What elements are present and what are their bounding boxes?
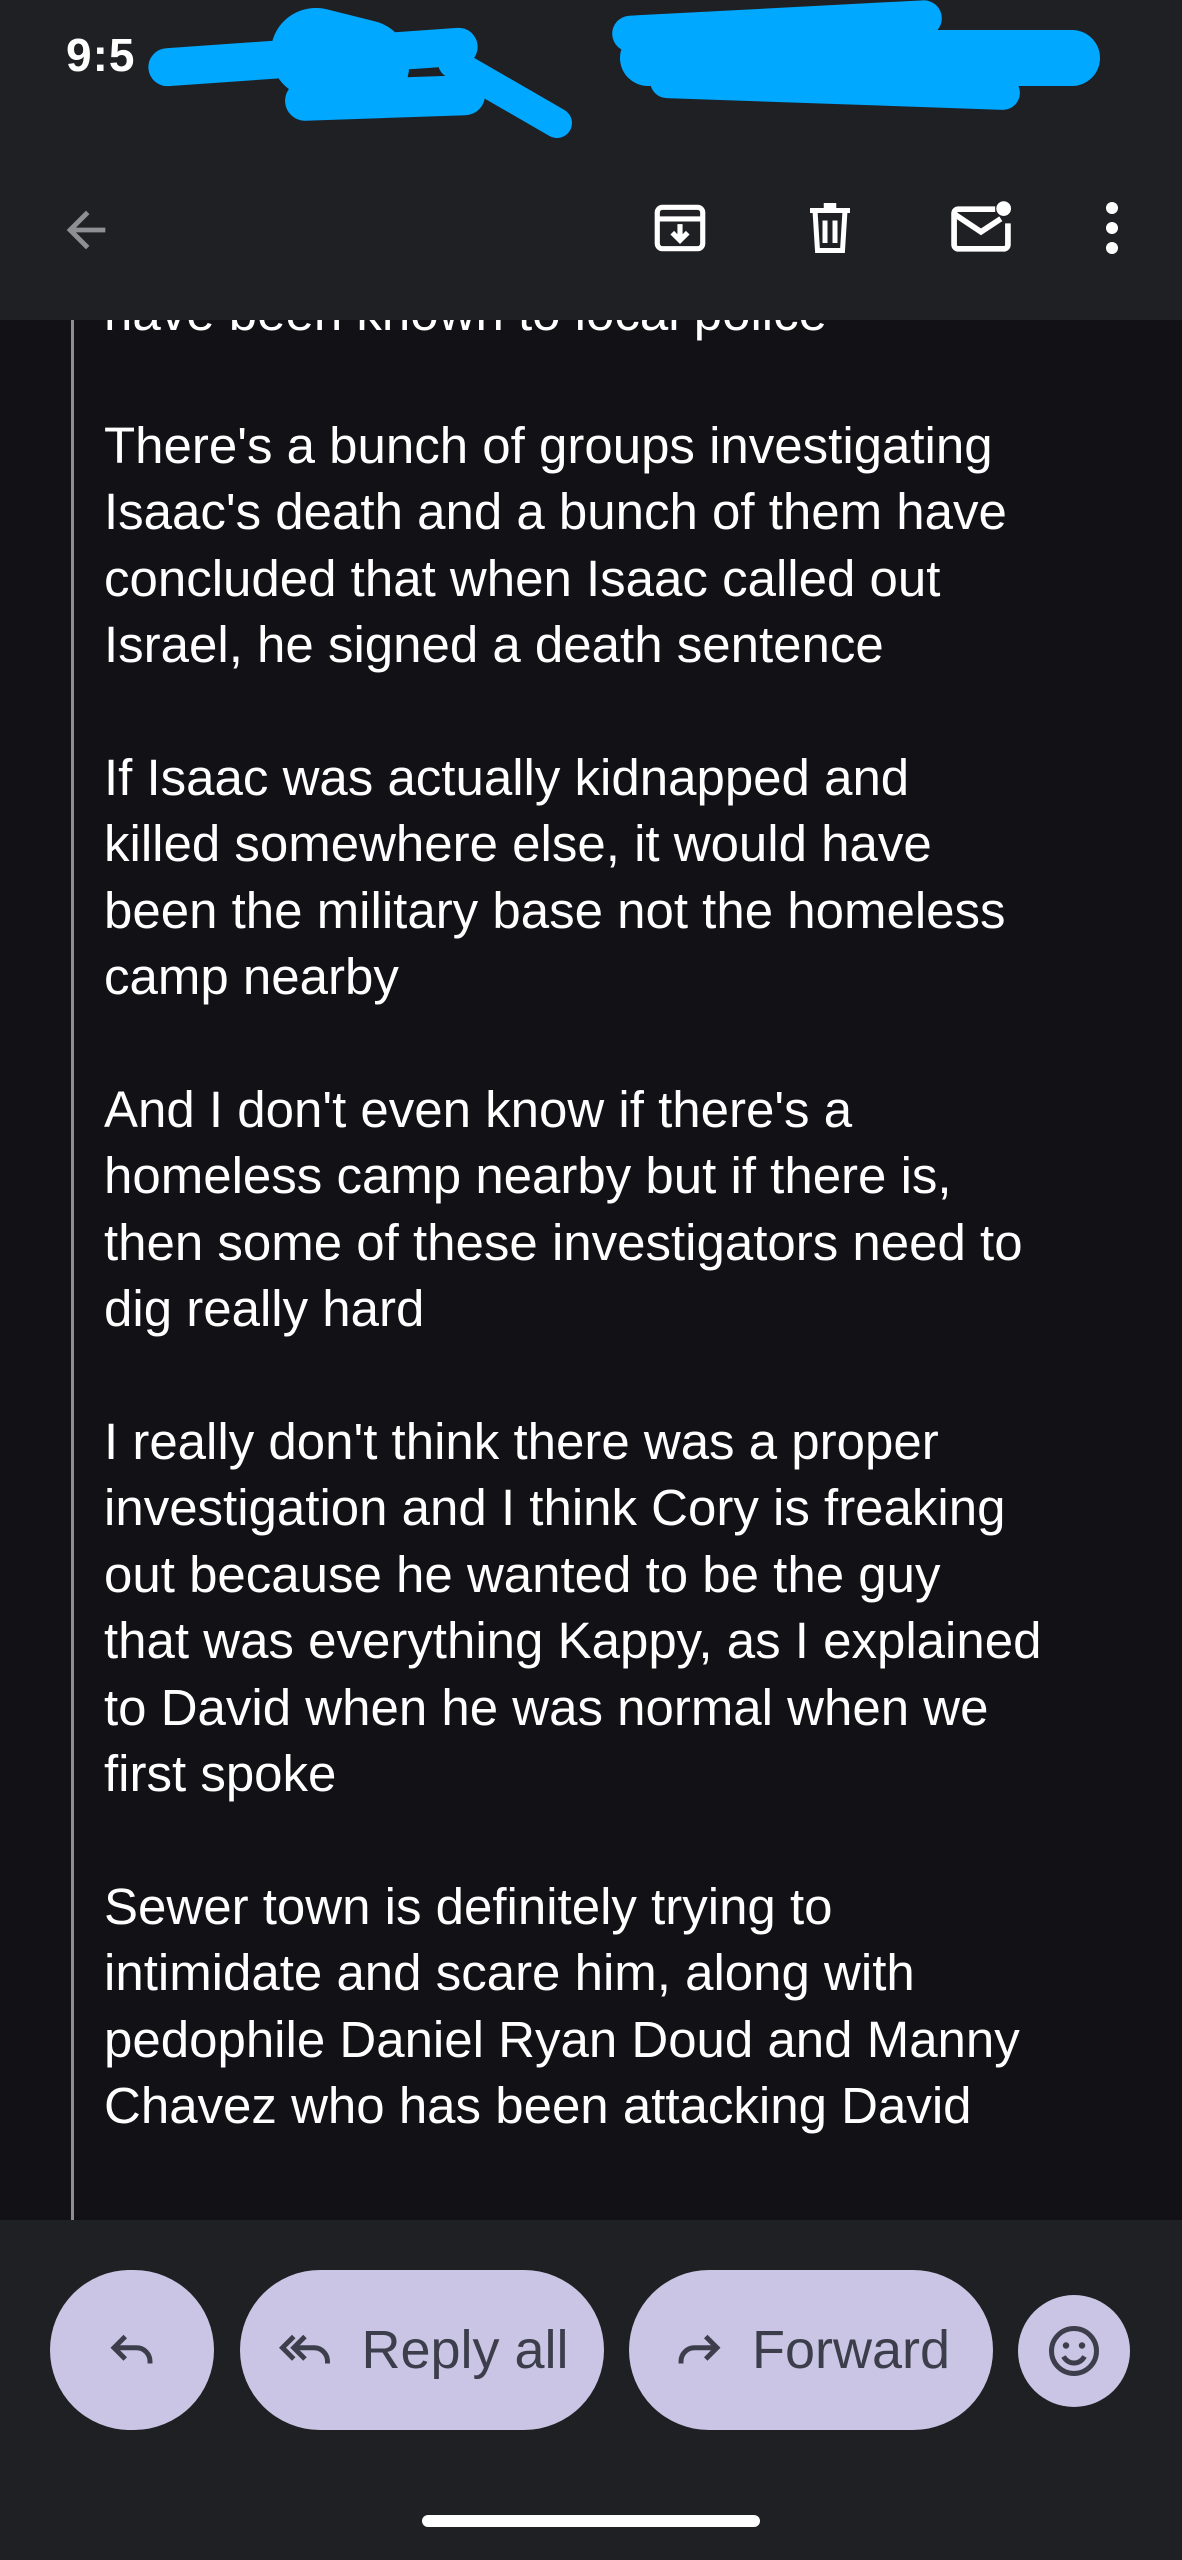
reply-all-button[interactable]: Reply all — [240, 2270, 604, 2430]
message-partial-line: have been known to local police — [104, 320, 1164, 347]
forward-icon — [678, 2334, 721, 2364]
reply-button[interactable] — [50, 2270, 214, 2430]
archive-button[interactable] — [638, 186, 722, 270]
home-indicator[interactable] — [422, 2515, 760, 2527]
email-toolbar — [0, 140, 1182, 320]
reply-all-icon — [279, 2334, 331, 2364]
forward-label: Forward — [751, 2320, 951, 2380]
mail-unread-icon — [951, 201, 1012, 252]
quote-bar — [71, 320, 74, 2220]
reply-icon — [110, 2334, 153, 2364]
mark-unread-button[interactable] — [936, 184, 1026, 274]
emoji-icon — [1049, 2326, 1099, 2376]
reply-action-bar: Reply all Forward — [0, 2220, 1182, 2560]
more-options-button[interactable] — [1086, 186, 1138, 270]
message-paragraph: There's a bunch of groups investigating … — [104, 416, 1007, 674]
more-vert-icon — [1106, 202, 1118, 254]
forward-button[interactable]: Forward — [629, 2270, 993, 2430]
message-paragraph: I really don't think there was a proper … — [104, 1412, 1042, 1803]
message-paragraph: If Isaac was actually kidnapped and kill… — [104, 748, 1006, 1006]
delete-button[interactable] — [788, 186, 872, 270]
email-body: have been known to local police There's … — [0, 320, 1182, 2220]
status-bar: 9:5 — [0, 0, 1182, 144]
trash-icon — [810, 203, 850, 253]
status-time: 9:5 — [66, 29, 136, 81]
archive-icon — [654, 204, 706, 252]
quoted-message: have been known to local police There's … — [104, 320, 1164, 2206]
arrow-left-icon — [66, 210, 106, 250]
back-button[interactable] — [46, 190, 126, 270]
emoji-reaction-button[interactable] — [1018, 2295, 1130, 2407]
reply-all-label: Reply all — [361, 2320, 569, 2380]
message-paragraph: Sewer town is definitely trying to intim… — [104, 1877, 1020, 2135]
message-paragraph: And I don't even know if there's a homel… — [104, 1080, 1023, 1338]
